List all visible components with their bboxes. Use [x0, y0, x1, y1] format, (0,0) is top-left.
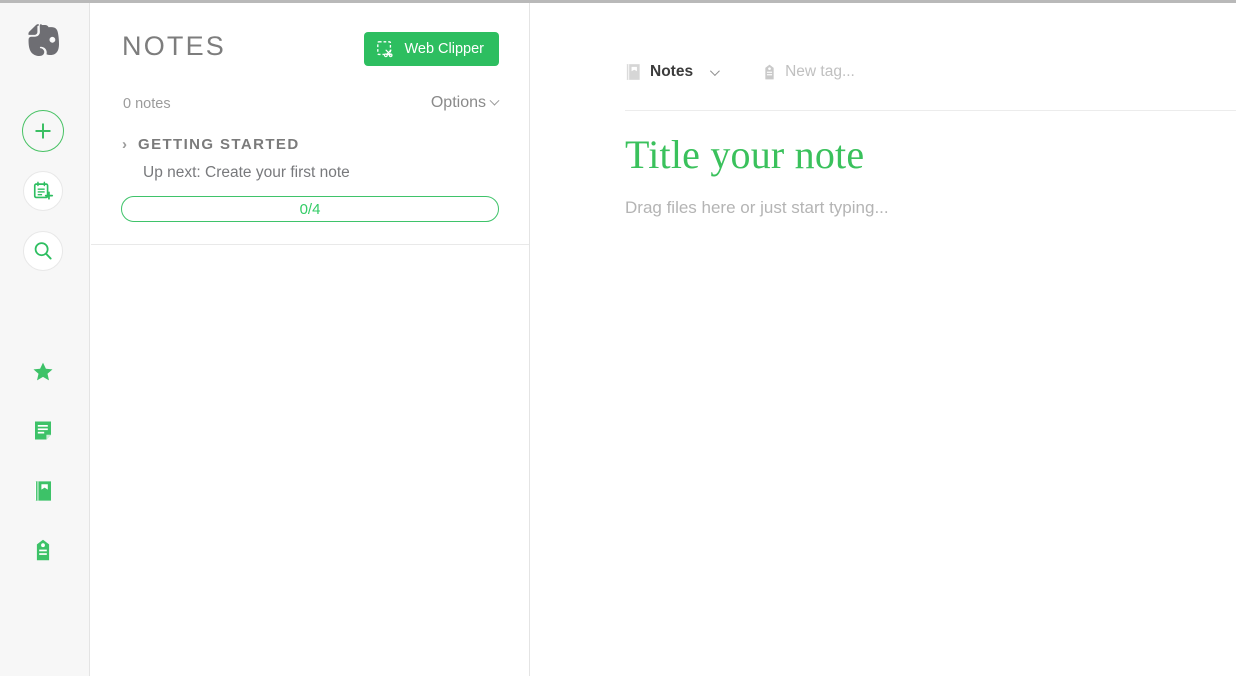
note-body-input[interactable]: Drag files here or just start typing...: [625, 198, 1236, 218]
search-button[interactable]: [23, 231, 63, 271]
search-icon: [34, 242, 52, 260]
evernote-elephant-logo: [21, 18, 67, 64]
tag-placeholder: New tag...: [785, 63, 855, 80]
note-title-input[interactable]: Title your note: [625, 133, 1236, 177]
notebook-icon: [626, 64, 640, 80]
note-count: 0 notes: [123, 96, 171, 112]
new-note-page-icon: [33, 181, 54, 200]
note-editor-header: Notes New tag...: [531, 3, 1236, 111]
web-clipper-scissors-icon: [377, 41, 394, 58]
web-clipper-label: Web Clipper: [404, 41, 484, 57]
window-top-rule: [0, 0, 1236, 3]
tag-icon: [765, 64, 774, 80]
star-icon: [33, 362, 53, 381]
notes-list-subbar: 0 notes Options: [91, 80, 529, 128]
chevron-right-icon: ›: [122, 136, 127, 153]
tag-input[interactable]: New tag...: [762, 63, 855, 81]
getting-started-heading: GETTING STARTED: [138, 136, 300, 153]
new-clip-button[interactable]: [23, 171, 63, 211]
notes-list-header: NOTES Web Clipper: [91, 3, 529, 80]
notes-list-panel: NOTES Web Clipper 0 notes Options › GETT…: [91, 3, 530, 676]
chevron-down-icon: [489, 95, 500, 106]
note-editor-panel: Notes New tag... Title your note Drag fi: [531, 3, 1236, 676]
getting-started-card: › GETTING STARTED Up next: Create your f…: [91, 128, 529, 245]
web-clipper-button[interactable]: Web Clipper: [364, 32, 499, 66]
getting-started-up-next: Up next: Create your first note: [143, 164, 350, 181]
evernote-window: NOTES Web Clipper 0 notes Options › GETT…: [0, 0, 1236, 676]
shortcuts-nav[interactable]: [23, 352, 63, 392]
notebook-selector[interactable]: Notes: [625, 63, 720, 81]
new-note-button[interactable]: [22, 110, 64, 152]
getting-started-toggle[interactable]: › GETTING STARTED: [91, 128, 529, 153]
note-icon: [35, 421, 51, 440]
notebook-icon: [35, 481, 51, 501]
plus-icon: [35, 123, 51, 139]
notebooks-nav[interactable]: [23, 471, 63, 511]
options-button[interactable]: Options: [430, 94, 500, 112]
left-icon-rail: [0, 3, 90, 676]
note-editor-body: Title your note Drag files here or just …: [625, 110, 1236, 676]
options-label: Options: [430, 94, 486, 111]
getting-started-progress[interactable]: 0/4: [121, 196, 499, 222]
tags-nav[interactable]: [23, 530, 63, 570]
chevron-down-icon: [710, 65, 720, 76]
tag-icon: [36, 539, 50, 561]
notes-nav[interactable]: [23, 411, 63, 451]
notebook-name: Notes: [650, 63, 694, 80]
page-title: NOTES: [122, 31, 227, 61]
